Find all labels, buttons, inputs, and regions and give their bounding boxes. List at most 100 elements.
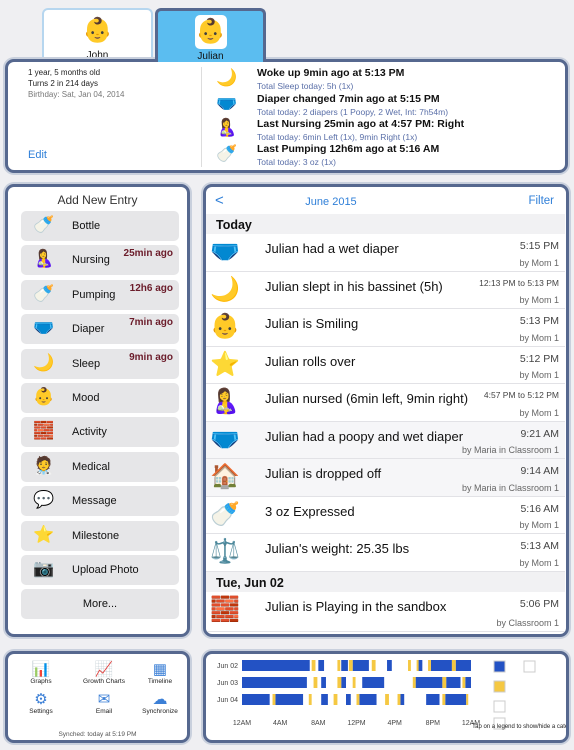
row-label: Jun 04 bbox=[217, 697, 238, 704]
mood-icon: 👶 bbox=[33, 387, 55, 406]
entry-label: Pumping bbox=[72, 288, 116, 301]
filter-button[interactable]: Filter bbox=[528, 195, 554, 207]
log-entry-row[interactable]: 🩲 Julian had a poopy and wet diaper 9:21… bbox=[206, 421, 565, 459]
settings-icon: ⚙ bbox=[34, 691, 48, 708]
log-entry-row[interactable]: 🌙 Julian slept in his bassinet (5h) 12:1… bbox=[206, 271, 565, 309]
tab-john[interactable]: 👶 John bbox=[42, 8, 153, 62]
settings-button[interactable]: ⚙ Settings bbox=[11, 690, 71, 715]
activity-icon: 🧱 bbox=[210, 595, 240, 623]
nursing-bar bbox=[408, 660, 411, 671]
entry-text: Julian nursed (6min left, 9min right) bbox=[265, 391, 469, 406]
medical-icon: 🧑‍⚕️ bbox=[33, 455, 55, 475]
add-bottle-button[interactable]: 🍼 Bottle bbox=[21, 211, 179, 241]
diaper-icon: 🩲 bbox=[33, 318, 55, 338]
log-entry-row[interactable]: 🏠 Julian is dropped off 9:14 AM by Maria… bbox=[206, 459, 565, 497]
row-label: Jun 02 bbox=[217, 663, 238, 670]
edit-button[interactable]: Edit bbox=[28, 149, 47, 161]
entry-time: 9:21 AM bbox=[520, 427, 559, 440]
synchronize-button[interactable]: ☁ Synchronize bbox=[130, 690, 190, 715]
sleep-bar bbox=[465, 677, 471, 688]
entry-label: Sleep bbox=[72, 357, 101, 370]
email-button[interactable]: ✉ Email bbox=[74, 690, 134, 715]
nursing-bar bbox=[412, 677, 416, 688]
time-since: 12h6 ago bbox=[129, 282, 173, 294]
entry-text: Julian had a poopy and wet diaper bbox=[265, 428, 464, 444]
log-panel: < June 2015 Filter Today 🩲 Julian had a … bbox=[203, 184, 569, 637]
log-entry-row[interactable]: 👶 Julian is Smiling 5:13 PM by Mom 1 bbox=[206, 309, 565, 347]
time-since: 25min ago bbox=[123, 248, 173, 260]
pumping-icon: 🍼 bbox=[33, 283, 55, 303]
log-entry-row[interactable]: 🧱 Julian is Playing in the sandbox 5:06 … bbox=[206, 591, 565, 632]
graphs-button[interactable]: 📊 Graphs bbox=[11, 660, 71, 685]
add-medical-button[interactable]: 🧑‍⚕️ Medical bbox=[21, 451, 179, 482]
entry-label: Bottle bbox=[72, 220, 101, 232]
growth-charts-icon: 📈 bbox=[94, 661, 114, 678]
nursing-bar bbox=[308, 694, 312, 705]
entry-text: Julian rolls over bbox=[265, 353, 356, 369]
entry-time: 5:06 PM bbox=[519, 597, 559, 610]
sleep-bar bbox=[341, 660, 348, 671]
entry-text: Julian had a wet diaper bbox=[265, 241, 399, 256]
add-mood-button[interactable]: 👶 Mood bbox=[21, 383, 179, 413]
summary-pumping: Last Pumping 12h6m ago at 5:16 AM Total t… bbox=[257, 143, 440, 167]
entry-author: by Classroom 1 bbox=[496, 617, 559, 628]
nursing-bar bbox=[311, 660, 316, 671]
entry-author: by Mom 1 bbox=[519, 370, 559, 380]
sleep-bar bbox=[359, 694, 377, 705]
entry-text: 3 oz Expressed bbox=[265, 503, 355, 519]
x-tick-label: 8AM bbox=[311, 720, 326, 727]
log-entry-row[interactable]: ⚖️ Julian's weight: 25.35 lbs 5:13 AM by… bbox=[206, 534, 565, 572]
mood-icon: 👶 bbox=[210, 313, 240, 340]
log-entry-row[interactable]: 🤱 Julian nursed (6min left, 9min right) … bbox=[206, 384, 565, 422]
sleep-bar bbox=[321, 694, 328, 705]
add-message-button[interactable]: 💬 Message bbox=[21, 486, 179, 517]
sleep-bar bbox=[321, 677, 326, 688]
entry-text: Julian is dropped off bbox=[265, 466, 382, 481]
add-activity-button[interactable]: 🧱 Activity bbox=[21, 417, 179, 448]
log-entry-row[interactable]: ⭐ Julian rolls over 5:12 PM by Mom 1 bbox=[206, 346, 565, 384]
nursing-bar bbox=[313, 677, 318, 688]
log-entry-row[interactable]: 🍼 3 oz Expressed 5:16 AM by Mom 1 bbox=[206, 496, 565, 534]
nursing-bar bbox=[451, 660, 456, 671]
log-entry-row[interactable]: 🩲 Julian had a wet diaper 5:15 PM by Mom… bbox=[206, 234, 565, 272]
growth-charts-button[interactable]: 📈 Growth Charts bbox=[74, 660, 134, 685]
nursing-bar bbox=[333, 694, 338, 705]
sleep-bar bbox=[426, 694, 440, 705]
sleep-bar bbox=[242, 694, 270, 705]
sleep-bar bbox=[318, 660, 325, 671]
add-entry-title: Add New Entry bbox=[57, 193, 138, 207]
timeline-chart-panel: Jun 02 Jun 03 Jun 04 12AM 4AM 8AM 12PM 4PM 8PM 12… bbox=[203, 651, 574, 743]
add-sleep-button[interactable]: 🌙 Sleep 9min ago bbox=[21, 348, 179, 379]
nursing-bar bbox=[442, 677, 447, 688]
x-tick-label: 4PM bbox=[387, 720, 402, 727]
legend-toggle[interactable] bbox=[493, 660, 506, 673]
time-since: 7min ago bbox=[129, 317, 173, 329]
legend-toggle[interactable] bbox=[523, 660, 536, 673]
legend-toggle[interactable] bbox=[493, 680, 506, 693]
entry-label: Activity bbox=[72, 426, 107, 439]
entry-author: by Maria in Classroom 1 bbox=[461, 482, 559, 493]
nursing-icon: 🤱 bbox=[33, 249, 55, 269]
tab-julian[interactable]: 👶 Julian bbox=[155, 8, 266, 62]
add-nursing-button[interactable]: 🤱 Nursing 25min ago bbox=[21, 245, 179, 276]
section-header: Tue, Jun 02 bbox=[206, 571, 565, 592]
house-icon: 🏠 bbox=[210, 463, 240, 490]
add-diaper-button[interactable]: 🩲 Diaper 7min ago bbox=[21, 314, 179, 345]
nursing-bar bbox=[337, 660, 341, 671]
sync-status: Synched: today at 5:19 PM bbox=[58, 731, 137, 738]
age: 1 year, 5 months old bbox=[28, 68, 101, 77]
legend-toggle[interactable] bbox=[493, 700, 506, 713]
add-more-button[interactable]: More... bbox=[21, 589, 179, 620]
timeline-chart[interactable]: Jun 02Jun 03Jun 0412AM 4AM 8AM 12PM 4PM 8PM 12… bbox=[206, 654, 574, 740]
add-milestone-button[interactable]: ⭐ Milestone bbox=[21, 520, 179, 551]
add-pumping-button[interactable]: 🍼 Pumping 12h6 ago bbox=[21, 279, 179, 310]
entry-label: Message bbox=[72, 495, 117, 508]
entry-time: 5:15 PM bbox=[519, 240, 559, 252]
sleep-bar bbox=[415, 677, 443, 688]
sleep-bar bbox=[242, 677, 307, 688]
sleep-bar bbox=[346, 694, 351, 705]
timeline-button[interactable]: ▦ Timeline bbox=[130, 660, 190, 685]
scale-icon: ⚖️ bbox=[210, 538, 240, 565]
nursing-icon: 🤱 bbox=[216, 118, 238, 137]
add-upload-photo-button[interactable]: 📷 Upload Photo bbox=[21, 555, 179, 585]
